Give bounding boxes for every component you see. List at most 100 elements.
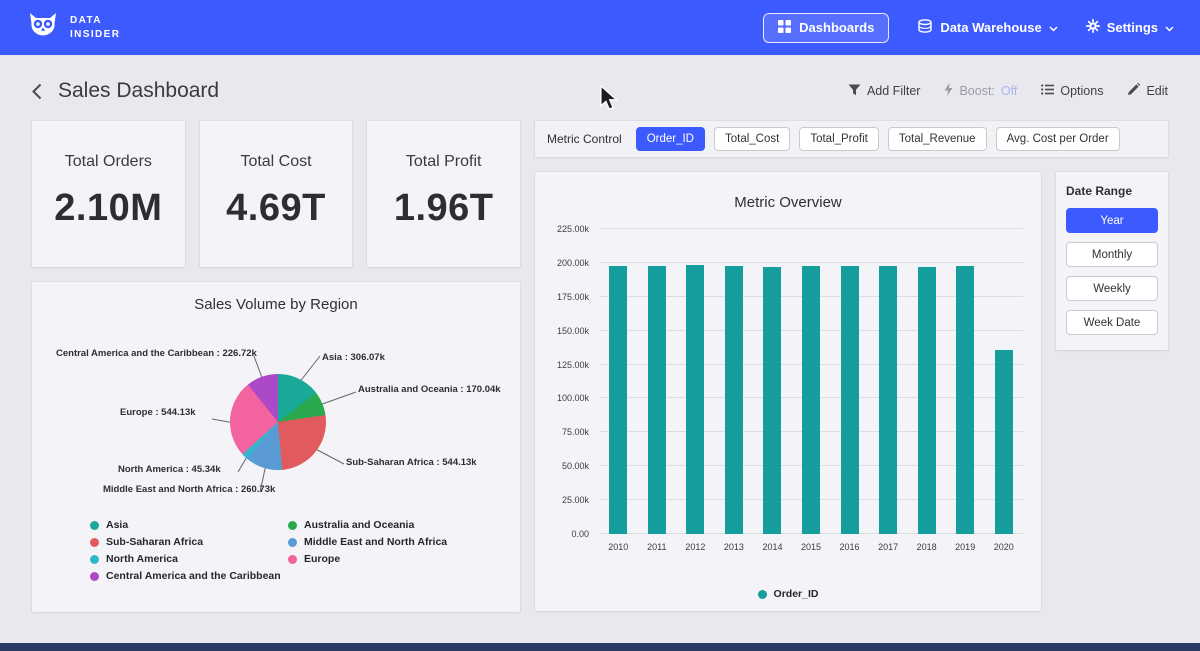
add-filter-button[interactable]: Add Filter (848, 84, 921, 99)
options-button[interactable]: Options (1041, 84, 1103, 98)
bar-2019[interactable] (956, 266, 974, 534)
back-button[interactable] (32, 83, 42, 100)
nav-data-warehouse[interactable]: Data Warehouse (917, 19, 1057, 37)
right-column: Metric Control Order_IDTotal_CostTotal_P… (535, 121, 1168, 612)
bar-chart-legend: Order_ID (553, 588, 1023, 600)
boost-toggle[interactable]: Boost: Off (944, 83, 1017, 99)
legend-item-north-america: North America (90, 553, 288, 565)
legend-item-europe: Europe (288, 553, 447, 565)
pie-label-middle-east-and-north-africa: Middle East and North Africa : 260.73k (103, 484, 275, 495)
nav-dashboards-label: Dashboards (799, 20, 874, 35)
metric-chip-total-revenue[interactable]: Total_Revenue (888, 127, 987, 151)
left-column: Total Orders 2.10M Total Cost 4.69T Tota… (32, 121, 520, 612)
bar-2012[interactable] (686, 265, 704, 534)
x-tick-label: 2014 (762, 542, 782, 552)
bar-column-2017: 2017 (869, 229, 908, 534)
bar-column-2014: 2014 (753, 229, 792, 534)
legend-dot (288, 521, 297, 530)
date-option-monthly[interactable]: Monthly (1066, 242, 1158, 267)
y-tick-label: 200.00k (557, 258, 589, 268)
nav-settings-label: Settings (1107, 20, 1158, 35)
date-option-week-date[interactable]: Week Date (1066, 310, 1158, 335)
brand-line1: DATA (70, 14, 120, 28)
top-nav: DATA INSIDER Dashboards (0, 0, 1200, 55)
pie-chart-title: Sales Volume by Region (32, 296, 520, 313)
metric-chip-total-cost[interactable]: Total_Cost (714, 127, 790, 151)
date-range-options: Year Monthly Weekly Week Date (1066, 208, 1158, 335)
bar-2014[interactable] (763, 267, 781, 534)
legend-label: Australia and Oceania (304, 519, 414, 531)
bar-2010[interactable] (609, 266, 627, 534)
chevron-down-icon (1165, 20, 1174, 35)
legend-label: Order_ID (774, 588, 819, 600)
brand: DATA INSIDER (26, 10, 120, 45)
date-range-panel: Date Range YearMonthlyWeeklyWeek Date (1056, 172, 1168, 350)
pie-label-australia-and-oceania: Australia and Oceania : 170.04k (358, 384, 501, 395)
legend-dot (288, 555, 297, 564)
legend-dot (90, 555, 99, 564)
database-icon (917, 19, 933, 37)
bar-2020[interactable] (995, 350, 1013, 534)
bar-chart-body: 0.0025.00k50.00k75.00k100.00k125.00k150.… (553, 229, 1023, 560)
pie-label-europe: Europe : 544.13k (120, 407, 196, 418)
bar-column-2015: 2015 (792, 229, 831, 534)
metric-chip-order-id[interactable]: Order_ID (636, 127, 705, 151)
logo-owl-icon (26, 10, 60, 45)
y-tick-label: 75.00k (562, 427, 589, 437)
kpi-value: 4.69T (226, 187, 326, 230)
date-option-weekly[interactable]: Weekly (1066, 276, 1158, 301)
edit-label: Edit (1146, 84, 1168, 98)
x-tick-label: 2020 (994, 542, 1014, 552)
legend-label: Central America and the Caribbean (106, 570, 281, 582)
y-tick-label: 50.00k (562, 461, 589, 471)
kpi-label: Total Orders (65, 153, 152, 171)
kpi-card-total-orders: Total Orders 2.10M (32, 121, 185, 267)
legend-item-asia: Asia (90, 519, 288, 531)
legend-dot (758, 590, 767, 599)
bottom-strip (0, 643, 1200, 651)
metric-chips: Order_ID Total_Cost Total_Profit Total_Reve… (636, 127, 1120, 151)
x-tick-label: 2017 (878, 542, 898, 552)
x-tick-label: 2018 (917, 542, 937, 552)
header-actions: Add Filter Boost: Off Options Edit (848, 83, 1168, 99)
metric-chip-avg-cost-per-order[interactable]: Avg. Cost per Order (996, 127, 1120, 151)
x-tick-label: 2015 (801, 542, 821, 552)
pie-legend: Asia Sub-Saharan Africa North America Centr… (32, 519, 520, 582)
list-icon (1041, 84, 1054, 98)
bar-column-2011: 2011 (638, 229, 677, 534)
bar-2015[interactable] (802, 266, 820, 534)
gear-icon (1086, 19, 1100, 36)
legend-label: North America (106, 553, 178, 565)
bar-column-2012: 2012 (676, 229, 715, 534)
nav-settings[interactable]: Settings (1086, 19, 1174, 36)
options-label: Options (1060, 84, 1103, 98)
y-tick-label: 225.00k (557, 224, 589, 234)
add-filter-label: Add Filter (867, 84, 921, 98)
date-option-year[interactable]: Year (1066, 208, 1158, 233)
y-tick-label: 25.00k (562, 495, 589, 505)
bar-column-2010: 2010 (599, 229, 638, 534)
y-tick-label: 0.00 (571, 529, 589, 539)
boost-state: Off (1001, 84, 1017, 98)
bar-2016[interactable] (841, 266, 859, 534)
metric-overview-card: Metric Overview 0.0025.00k50.00k75.00k10… (535, 172, 1041, 611)
legend-dot (90, 521, 99, 530)
kpi-card-total-profit: Total Profit 1.96T (367, 121, 520, 267)
bar-2013[interactable] (725, 266, 743, 534)
pie-chart[interactable] (230, 374, 326, 470)
legend-item-sub-saharan-africa: Sub-Saharan Africa (90, 536, 288, 548)
metric-chip-total-profit[interactable]: Total_Profit (799, 127, 879, 151)
grid-icon (778, 20, 791, 36)
bar-2017[interactable] (879, 266, 897, 534)
legend-label: Middle East and North Africa (304, 536, 447, 548)
bar-2011[interactable] (648, 266, 666, 534)
pie-legend-col-2: Australia and Oceania Middle East and Nor… (288, 519, 447, 582)
legend-label: Asia (106, 519, 128, 531)
nav-dashboards[interactable]: Dashboards (763, 13, 889, 43)
kpi-row: Total Orders 2.10M Total Cost 4.69T Tota… (32, 121, 520, 267)
bar-2018[interactable] (918, 267, 936, 534)
bar-column-2019: 2019 (946, 229, 985, 534)
filter-funnel-icon (848, 84, 861, 99)
pie-label-asia: Asia : 306.07k (322, 352, 385, 363)
edit-button[interactable]: Edit (1127, 83, 1168, 99)
